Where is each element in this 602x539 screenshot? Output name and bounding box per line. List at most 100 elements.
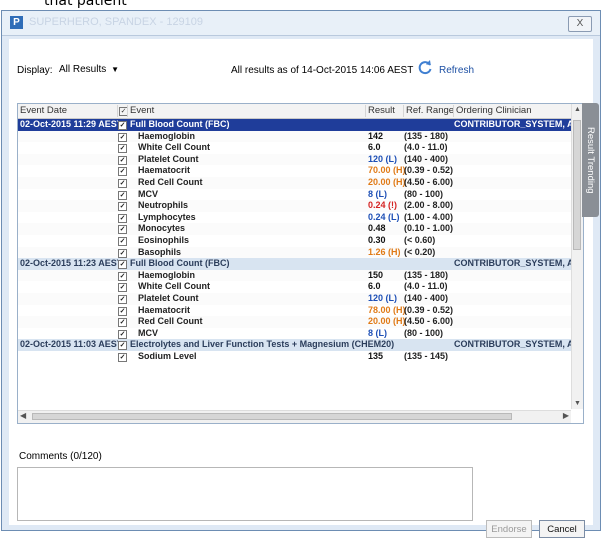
- result-cell: 142: [368, 130, 384, 141]
- table-row[interactable]: ✓ Neutrophils 0.24 (!) (2.00 - 8.00): [18, 200, 574, 212]
- event-cell: Haemoglobin: [138, 130, 196, 141]
- row-checkbox[interactable]: ✓: [118, 190, 127, 200]
- event-cell: Monocytes: [138, 223, 186, 234]
- table-row[interactable]: ✓ White Cell Count 6.0 (4.0 - 11.0): [18, 142, 574, 154]
- scroll-up-icon[interactable]: ▲: [574, 106, 581, 113]
- display-select-value: All Results: [59, 64, 107, 75]
- results-grid: Event Date ✓ Event Result Ref. Range Ord…: [17, 103, 584, 424]
- event-cell: Red Cell Count: [138, 176, 203, 187]
- result-cell: 6.0: [368, 142, 381, 153]
- refresh-link[interactable]: Refresh: [439, 65, 474, 76]
- client-area: Display: All Results ▼ All results as of…: [9, 39, 599, 538]
- ref-range-cell: (135 - 145): [404, 350, 449, 361]
- event-cell: Neutrophils: [138, 200, 189, 211]
- column-ordering-clinician[interactable]: Ordering Clinician: [454, 105, 574, 117]
- cancel-button[interactable]: Cancel: [539, 520, 585, 538]
- event-cell: Platelet Count: [138, 153, 199, 164]
- row-checkbox[interactable]: ✓: [118, 236, 127, 246]
- table-row[interactable]: ✓ Red Cell Count 20.00 (H) (4.50 - 6.00): [18, 176, 574, 189]
- table-row[interactable]: ✓ MCV 8 (L) (80 - 100): [18, 328, 574, 340]
- scroll-thumb-horizontal[interactable]: [32, 413, 512, 420]
- result-cell: 1.26 (H): [368, 246, 401, 257]
- event-date-cell: 02-Oct-2015 11:23 AEST: [20, 258, 118, 269]
- result-trending-tab[interactable]: Result Trending: [582, 103, 599, 217]
- event-cell: Electrolytes and Liver Function Tests + …: [130, 339, 395, 350]
- column-check-all[interactable]: ✓: [118, 105, 128, 117]
- checkbox-icon: ✓: [119, 107, 127, 116]
- row-checkbox[interactable]: ✓: [118, 202, 127, 212]
- ref-range-cell: (2.00 - 8.00): [404, 200, 454, 211]
- table-row[interactable]: ✓ Red Cell Count 20.00 (H) (4.50 - 6.00): [18, 316, 574, 328]
- row-checkbox[interactable]: ✓: [118, 144, 127, 154]
- result-cell: 120 (L): [368, 292, 398, 303]
- horizontal-scrollbar[interactable]: ◀ ▶: [18, 410, 571, 423]
- table-row[interactable]: ✓ Platelet Count 120 (L) (140 - 400): [18, 153, 574, 166]
- row-checkbox[interactable]: ✓: [118, 167, 127, 177]
- column-event[interactable]: Event: [128, 105, 366, 117]
- row-checkbox[interactable]: ✓: [118, 178, 127, 188]
- table-row[interactable]: ✓ Haematocrit 78.00 (H) (0.39 - 0.52): [18, 305, 574, 317]
- scroll-right-icon[interactable]: ▶: [563, 411, 569, 420]
- table-row[interactable]: ✓ Platelet Count 120 (L) (140 - 400): [18, 292, 574, 305]
- row-checkbox[interactable]: ✓: [118, 260, 127, 270]
- event-cell: White Cell Count: [138, 281, 210, 292]
- scroll-thumb[interactable]: [573, 120, 581, 250]
- ref-range-cell: (4.50 - 6.00): [404, 176, 454, 187]
- ref-range-cell: (4.50 - 6.00): [404, 316, 454, 327]
- app-logo-icon: P: [10, 16, 23, 29]
- table-row[interactable]: ✓ Sodium Level 135 (135 - 145): [18, 351, 574, 363]
- table-row[interactable]: ✓ Eosinophils 0.30 (< 0.60): [18, 235, 574, 247]
- scroll-left-icon[interactable]: ◀: [20, 411, 26, 420]
- result-cell: 78.00 (H): [368, 304, 406, 315]
- event-cell: Full Blood Count (FBC): [130, 119, 230, 129]
- row-checkbox[interactable]: ✓: [118, 318, 127, 328]
- table-row[interactable]: ✓ Lymphocytes 0.24 (L) (1.00 - 4.00): [18, 212, 574, 224]
- table-row[interactable]: ✓ Haematocrit 70.00 (H) (0.39 - 0.52): [18, 165, 574, 177]
- row-checkbox[interactable]: ✓: [118, 248, 127, 258]
- table-group-row[interactable]: 02-Oct-2015 11:23 AEST ✓ Full Blood Count …: [18, 258, 574, 270]
- column-ref-range[interactable]: Ref. Range: [404, 105, 454, 117]
- table-group-row[interactable]: 02-Oct-2015 11:03 AEST ✓ Electrolytes and …: [18, 339, 574, 351]
- row-checkbox[interactable]: ✓: [118, 213, 127, 223]
- result-cell: 0.48: [368, 223, 386, 234]
- row-checkbox[interactable]: ✓: [118, 155, 127, 165]
- event-cell: Red Cell Count: [138, 316, 203, 327]
- row-checkbox[interactable]: ✓: [118, 352, 127, 362]
- result-cell: 70.00 (H): [368, 165, 406, 176]
- event-cell: Eosinophils: [138, 234, 190, 245]
- table-group-row[interactable]: 02-Oct-2015 11:29 AEST ✓ Full Blood Count …: [18, 119, 574, 131]
- refresh-icon[interactable]: [417, 59, 433, 75]
- row-checkbox[interactable]: ✓: [118, 341, 127, 351]
- results-window: P SUPERHERO, SPANDEX - 129109 X Display:…: [1, 10, 601, 538]
- ordering-clinician-cell: CONTRIBUTOR_SYSTEM, AUS: [454, 339, 574, 350]
- title-bar: P SUPERHERO, SPANDEX - 129109 X: [2, 11, 600, 36]
- scroll-down-icon[interactable]: ▼: [574, 400, 581, 407]
- row-checkbox[interactable]: ✓: [118, 132, 127, 142]
- table-row[interactable]: ✓ Basophils 1.26 (H) (< 0.20): [18, 246, 574, 259]
- column-result[interactable]: Result: [366, 105, 404, 117]
- display-select[interactable]: All Results ▼: [54, 60, 124, 78]
- result-cell: 135: [368, 350, 384, 361]
- table-row[interactable]: ✓ Haemoglobin 150 (135 - 180): [18, 269, 574, 282]
- row-checkbox[interactable]: ✓: [118, 271, 127, 281]
- result-cell: 20.00 (H): [368, 316, 406, 327]
- row-checkbox[interactable]: ✓: [118, 283, 127, 293]
- row-checkbox[interactable]: ✓: [118, 329, 127, 339]
- result-cell: 6.0: [368, 281, 381, 292]
- row-checkbox[interactable]: ✓: [118, 225, 127, 235]
- grid-header: Event Date ✓ Event Result Ref. Range Ord…: [18, 104, 578, 119]
- close-button[interactable]: X: [568, 16, 592, 32]
- column-event-date[interactable]: Event Date: [18, 105, 118, 117]
- table-row[interactable]: ✓ Monocytes 0.48 (0.10 - 1.00): [18, 223, 574, 235]
- table-row[interactable]: ✓ MCV 8 (L) (80 - 100): [18, 189, 574, 201]
- row-checkbox[interactable]: ✓: [118, 294, 127, 304]
- ref-range-cell: (4.0 - 11.0): [404, 281, 448, 292]
- table-row[interactable]: ✓ Haemoglobin 142 (135 - 180): [18, 130, 574, 143]
- row-checkbox[interactable]: ✓: [118, 306, 127, 316]
- endorse-button[interactable]: Endorse: [486, 520, 532, 538]
- row-checkbox[interactable]: ✓: [118, 121, 127, 130]
- comments-textarea[interactable]: [17, 467, 473, 521]
- table-row[interactable]: ✓ White Cell Count 6.0 (4.0 - 11.0): [18, 281, 574, 293]
- ref-range-cell: (135 - 180): [404, 269, 449, 280]
- event-cell: MCV: [138, 327, 158, 338]
